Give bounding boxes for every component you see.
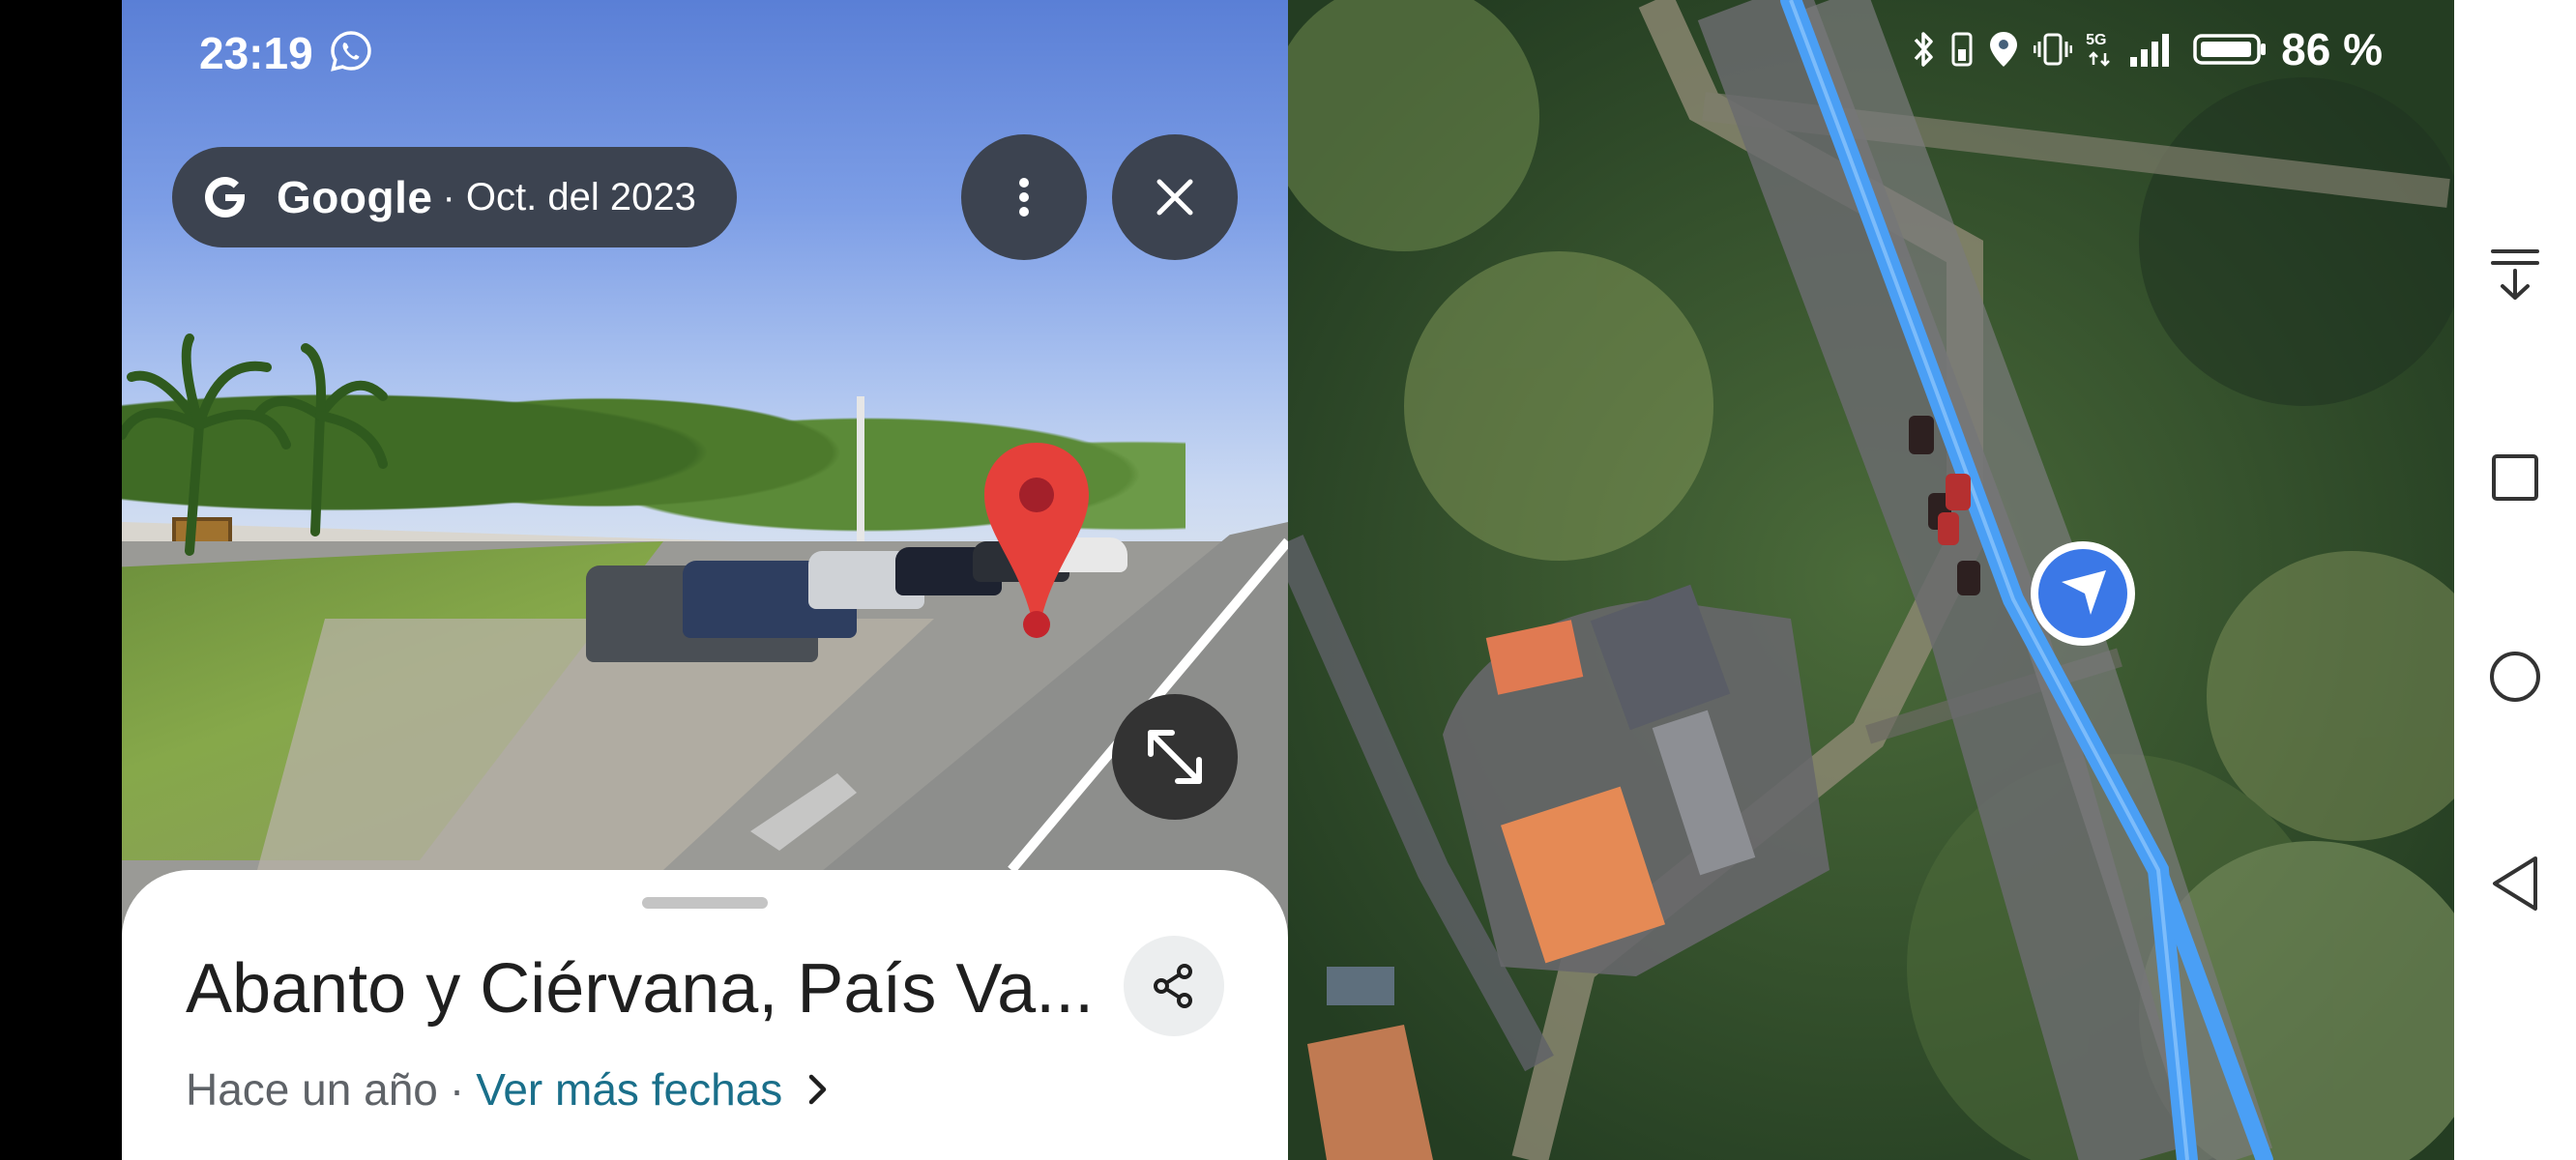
- capture-date: · Oct. del 2023: [442, 175, 696, 218]
- status-time: 23:19: [199, 28, 313, 78]
- network-type: 5G: [2086, 30, 2115, 69]
- provider-label: Google: [277, 172, 433, 222]
- bluetooth-icon: [1914, 32, 1933, 67]
- satellite-map[interactable]: [1288, 0, 2454, 1160]
- map-terrain: [1288, 0, 2454, 1160]
- location-icon: [1990, 32, 2018, 67]
- recents-icon: [2492, 454, 2538, 501]
- time-ago-label: Hace un año: [186, 1064, 438, 1115]
- battery-percent: 86 %: [2281, 24, 2383, 74]
- battery-icon: [2193, 34, 2267, 65]
- place-bottom-sheet[interactable]: Abanto y Ciérvana, País Va... Hace un añ…: [122, 870, 1288, 1160]
- back-button[interactable]: [2454, 855, 2576, 913]
- whatsapp-icon: [331, 31, 371, 72]
- street-view-panel[interactable]: Google · Oct. del 2023 Abanto y Ciérvana…: [122, 0, 1288, 1160]
- data-arrows-icon: [2089, 51, 2111, 67]
- home-icon: [2490, 652, 2540, 702]
- close-button[interactable]: [1112, 134, 1238, 260]
- street-view-attribution-chip: Google · Oct. del 2023: [172, 147, 737, 247]
- location-pin-icon: [984, 443, 1089, 638]
- vibrate-icon: [2034, 33, 2073, 66]
- expand-icon: [1148, 730, 1202, 784]
- signal-icon: [2130, 34, 2170, 67]
- separator: ·: [449, 1064, 465, 1115]
- notification-pull-icon: [2491, 249, 2539, 300]
- place-title: Abanto y Ciérvana, País Va...: [186, 950, 1095, 1028]
- network-label: 5G: [2086, 32, 2107, 48]
- share-button[interactable]: [1124, 936, 1224, 1036]
- date-info-row: Hace un año · Ver más fechas: [186, 1063, 829, 1116]
- system-navigation-bar: [2454, 0, 2576, 1160]
- more-dates-link[interactable]: Ver más fechas: [476, 1063, 782, 1116]
- current-location-marker-icon[interactable]: [2027, 537, 2139, 650]
- status-icons: 5G 86 %: [1912, 23, 2383, 75]
- recents-button[interactable]: [2454, 452, 2576, 503]
- home-button[interactable]: [2454, 650, 2576, 704]
- notification-pull-button[interactable]: [2454, 246, 2576, 304]
- phone-vibrate-icon: [1951, 32, 1973, 67]
- expand-button[interactable]: [1112, 694, 1238, 820]
- close-icon: [1156, 179, 1193, 216]
- sheet-drag-handle[interactable]: [642, 897, 768, 909]
- more-vert-icon: [1019, 178, 1029, 217]
- chevron-right-icon[interactable]: [807, 1073, 829, 1106]
- back-icon: [2493, 856, 2537, 911]
- more-options-button[interactable]: [961, 134, 1087, 260]
- share-icon: [1154, 964, 1192, 1008]
- google-g-icon: [205, 177, 245, 218]
